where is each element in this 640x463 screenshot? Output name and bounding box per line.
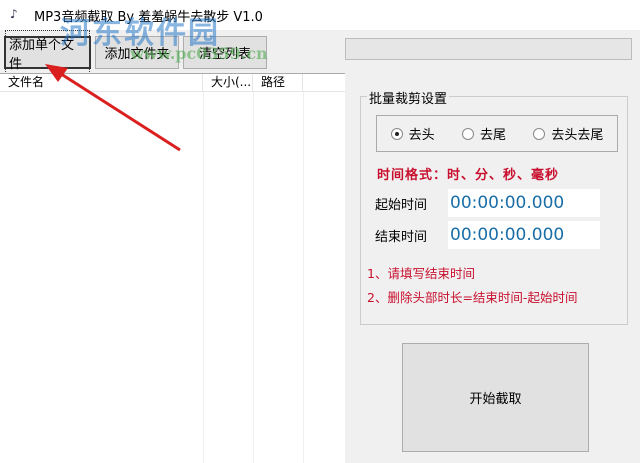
- column-path[interactable]: 路径: [253, 74, 303, 91]
- watermark-url: www.pc0359.cn: [130, 44, 268, 63]
- radio-trim-both[interactable]: 去头去尾: [533, 124, 603, 143]
- radio-checked-icon: [390, 127, 403, 140]
- radio-unchecked-icon: [461, 127, 474, 140]
- end-time-input[interactable]: 00:00:00.000: [448, 221, 600, 249]
- note-1: 1、请填写结束时间: [367, 266, 475, 281]
- radio-label: 去头去尾: [551, 128, 604, 143]
- group-title: 批量裁剪设置: [367, 88, 450, 107]
- radio-unchecked-icon: [533, 127, 546, 140]
- start-trim-button[interactable]: 开始截取: [402, 343, 589, 452]
- column-filename[interactable]: 文件名: [0, 74, 203, 91]
- file-list[interactable]: 文件名 大小(... 路径: [0, 73, 345, 463]
- radio-trim-tail[interactable]: 去尾: [461, 124, 506, 143]
- column-size[interactable]: 大小(...: [203, 74, 253, 91]
- radio-label: 去尾: [479, 128, 506, 143]
- trim-mode-group: 去头 去尾 去头去尾: [376, 115, 618, 152]
- note-2: 2、删除头部时长=结束时间-起始时间: [367, 290, 578, 305]
- start-time-label: 起始时间: [375, 198, 428, 213]
- start-time-input[interactable]: 00:00:00.000: [448, 189, 600, 217]
- end-time-label: 结束时间: [375, 230, 428, 245]
- time-format-hint: 时间格式：时、分、秒、毫秒: [377, 168, 560, 183]
- app-icon: ♪: [10, 7, 18, 21]
- radio-trim-head[interactable]: 去头: [390, 124, 435, 143]
- radio-label: 去头: [408, 128, 435, 143]
- batch-trim-settings: 批量裁剪设置 去头 去尾 去头去尾 时间格式：时、分、秒、毫秒 起始时间 00:…: [360, 88, 628, 325]
- progress-bar: [345, 38, 632, 60]
